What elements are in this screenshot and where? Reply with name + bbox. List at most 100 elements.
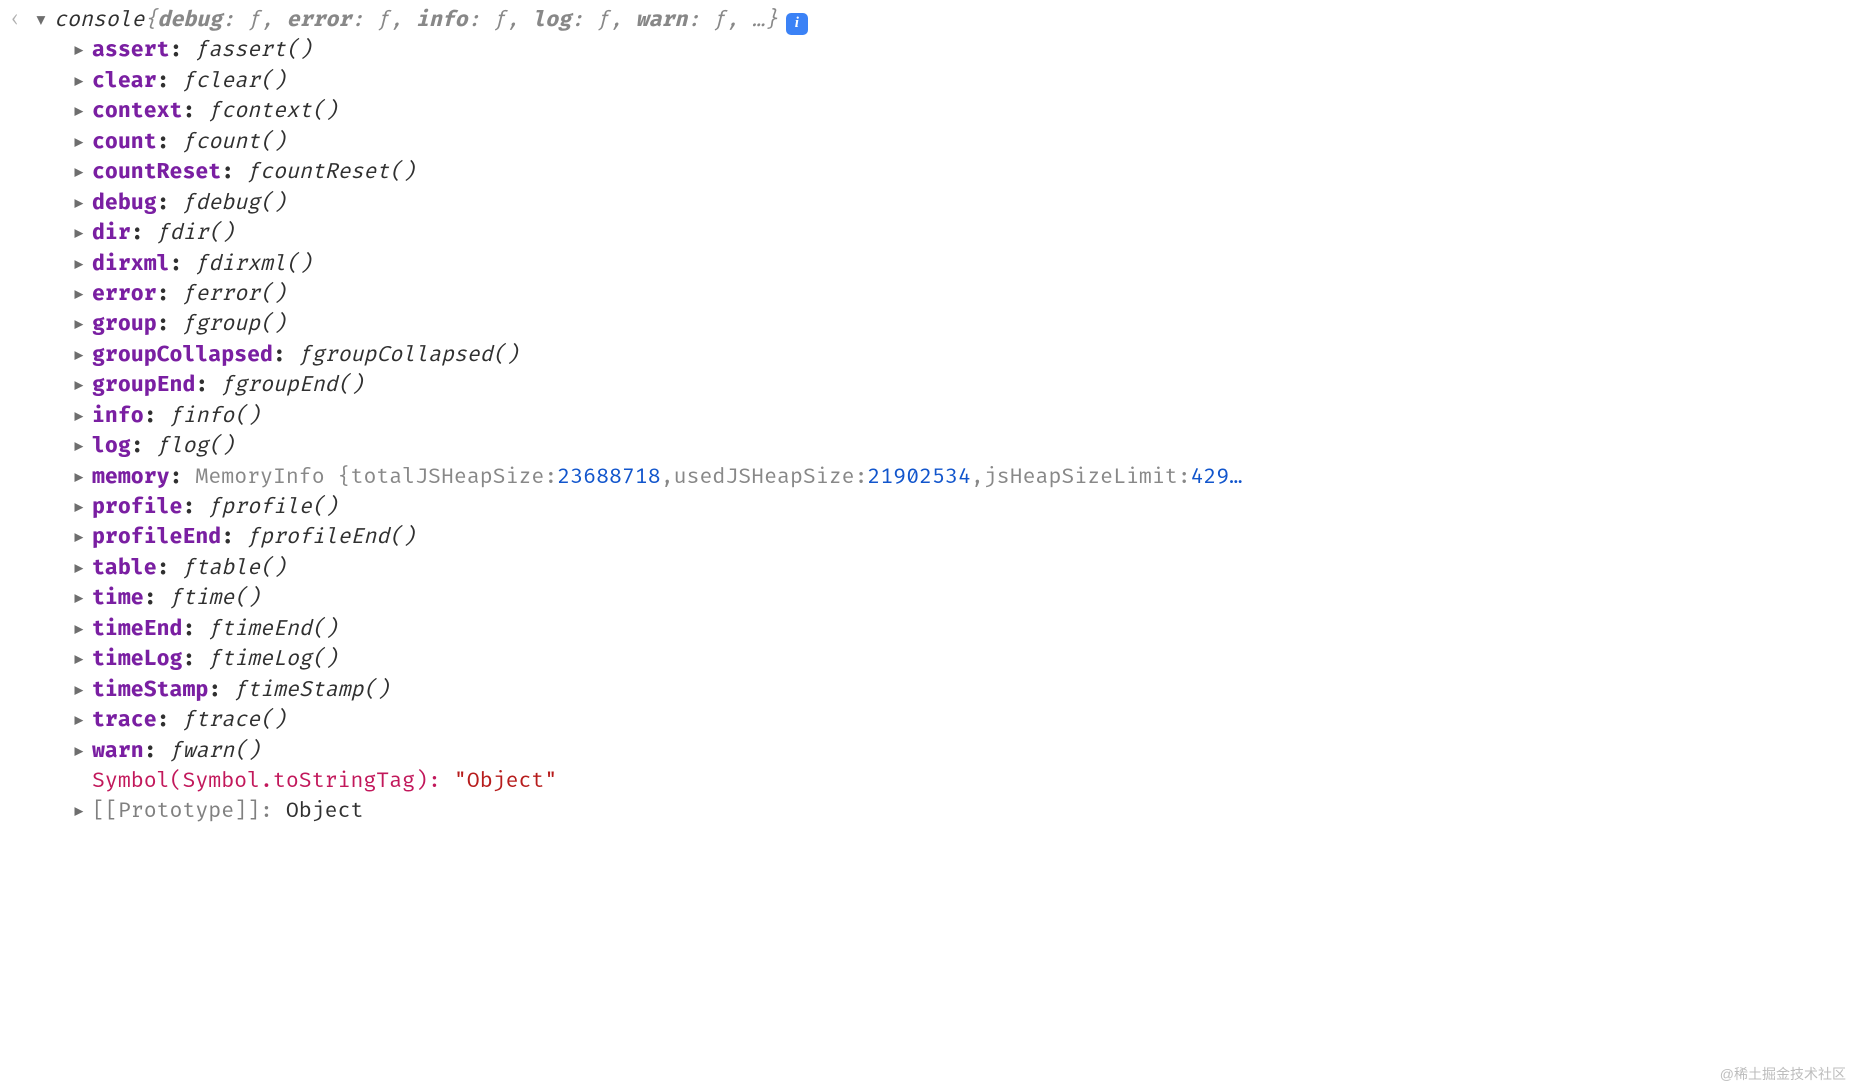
property-row-debug[interactable]: ▶debug: ƒ debug() (0, 189, 1856, 219)
function-glyph: ƒ (208, 645, 221, 675)
property-row-log[interactable]: ▶log: ƒ log() (0, 432, 1856, 462)
property-key: dir (92, 221, 131, 246)
expand-caret-right-icon[interactable]: ▶ (74, 161, 86, 184)
property-key: timeLog (92, 647, 182, 672)
property-key: count (92, 130, 157, 155)
function-signature: context() (221, 97, 337, 127)
expand-caret-right-icon[interactable]: ▶ (74, 39, 86, 62)
function-glyph: ƒ (183, 554, 196, 584)
property-row-prototype[interactable]: ▶ [[Prototype]]: Object (0, 797, 1856, 827)
property-row-context[interactable]: ▶context: ƒ context() (0, 97, 1856, 127)
expand-caret-right-icon[interactable]: ▶ (74, 648, 86, 671)
property-key: group (92, 312, 157, 337)
function-signature: debug() (195, 189, 285, 219)
property-row-timeStamp[interactable]: ▶timeStamp: ƒ timeStamp() (0, 676, 1856, 706)
function-glyph: ƒ (208, 615, 221, 645)
function-glyph: ƒ (195, 250, 208, 280)
property-row-groupCollapsed[interactable]: ▶groupCollapsed: ƒ groupCollapsed() (0, 341, 1856, 371)
property-row-table[interactable]: ▶table: ƒ table() (0, 554, 1856, 584)
prototype-value: Object (286, 797, 364, 827)
function-glyph: ƒ (208, 493, 221, 523)
property-key: groupEnd (92, 373, 195, 398)
property-row-warn[interactable]: ▶warn: ƒ warn() (0, 737, 1856, 767)
expand-caret-right-icon[interactable]: ▶ (74, 344, 86, 367)
function-glyph: ƒ (234, 676, 247, 706)
expand-caret-right-icon[interactable]: ▶ (74, 192, 86, 215)
function-glyph: ƒ (247, 158, 260, 188)
property-row-dir[interactable]: ▶dir: ƒ dir() (0, 219, 1856, 249)
function-signature: error() (195, 280, 285, 310)
info-badge-icon[interactable]: i (786, 13, 808, 35)
property-row-groupEnd[interactable]: ▶groupEnd: ƒ groupEnd() (0, 371, 1856, 401)
expand-caret-right-icon[interactable]: ▶ (74, 740, 86, 763)
function-glyph: ƒ (247, 523, 260, 553)
console-output-header[interactable]: ‹ ▼ console {debug: ƒ, error: ƒ, info: ƒ… (0, 4, 1856, 36)
expand-caret-right-icon[interactable]: ▶ (74, 222, 86, 245)
expand-caret-right-icon[interactable]: ▶ (74, 100, 86, 123)
function-glyph: ƒ (221, 371, 234, 401)
property-row-error[interactable]: ▶error: ƒ error() (0, 280, 1856, 310)
property-key: countReset (92, 160, 221, 185)
expand-caret-right-icon[interactable]: ▶ (74, 283, 86, 306)
function-glyph: ƒ (183, 280, 196, 310)
expand-caret-right-icon[interactable]: ▶ (74, 466, 86, 489)
property-row-profileEnd[interactable]: ▶profileEnd: ƒ profileEnd() (0, 523, 1856, 553)
expand-caret-right-icon[interactable]: ▶ (74, 435, 86, 458)
function-signature: groupEnd() (234, 371, 363, 401)
expand-caret-right-icon[interactable]: ▶ (74, 679, 86, 702)
property-row-group[interactable]: ▶group: ƒ group() (0, 310, 1856, 340)
class-name: MemoryInfo (195, 463, 324, 493)
function-signature: group() (195, 310, 285, 340)
property-key: table (92, 556, 157, 581)
property-row-countReset[interactable]: ▶countReset: ƒ countReset() (0, 158, 1856, 188)
property-row-timeEnd[interactable]: ▶timeEnd: ƒ timeEnd() (0, 615, 1856, 645)
function-glyph: ƒ (183, 128, 196, 158)
property-key: info (92, 404, 144, 429)
expand-caret-right-icon[interactable]: ▶ (74, 587, 86, 610)
expand-caret-right-icon[interactable]: ▶ (74, 131, 86, 154)
property-row-time[interactable]: ▶time: ƒ time() (0, 584, 1856, 614)
expand-caret-down-icon[interactable]: ▼ (36, 9, 48, 32)
function-signature: groupCollapsed() (312, 341, 519, 371)
expand-caret-right-icon[interactable]: ▶ (74, 374, 86, 397)
function-glyph: ƒ (170, 737, 183, 767)
expand-caret-right-icon[interactable]: ▶ (74, 70, 86, 93)
expand-caret-right-icon[interactable]: ▶ (74, 800, 86, 823)
property-row-info[interactable]: ▶info: ƒ info() (0, 402, 1856, 432)
property-key: context (92, 99, 182, 124)
function-signature: clear() (195, 67, 285, 97)
expand-caret-right-icon[interactable]: ▶ (74, 618, 86, 641)
property-key: timeEnd (92, 617, 182, 642)
property-key: debug (92, 191, 157, 216)
prototype-key: [[Prototype]] (92, 797, 260, 827)
function-signature: timeEnd() (221, 615, 337, 645)
property-row-trace[interactable]: ▶trace: ƒ trace() (0, 706, 1856, 736)
property-row-dirxml[interactable]: ▶dirxml: ƒ dirxml() (0, 250, 1856, 280)
property-key: profile (92, 495, 182, 520)
function-signature: count() (195, 128, 285, 158)
property-row-memory[interactable]: ▶ memory: MemoryInfo { totalJSHeapSize: … (0, 463, 1856, 493)
watermark-text: @稀土掘金技术社区 (1720, 1064, 1846, 1084)
function-signature: dirxml() (208, 250, 311, 280)
property-row-profile[interactable]: ▶profile: ƒ profile() (0, 493, 1856, 523)
expand-caret-right-icon[interactable]: ▶ (74, 313, 86, 336)
expand-caret-right-icon[interactable]: ▶ (74, 526, 86, 549)
expand-caret-right-icon[interactable]: ▶ (74, 557, 86, 580)
expand-caret-right-icon[interactable]: ▶ (74, 405, 86, 428)
property-row-clear[interactable]: ▶clear: ƒ clear() (0, 67, 1856, 97)
property-row-assert[interactable]: ▶assert: ƒ assert() (0, 36, 1856, 66)
function-signature: warn() (183, 737, 261, 767)
expand-caret-right-icon[interactable]: ▶ (74, 496, 86, 519)
function-signature: profile() (221, 493, 337, 523)
property-key: warn (92, 739, 144, 764)
function-signature: timeLog() (221, 645, 337, 675)
expand-caret-right-icon[interactable]: ▶ (74, 709, 86, 732)
function-glyph: ƒ (170, 402, 183, 432)
property-row-symbol[interactable]: Symbol(Symbol.toStringTag): "Object" (0, 767, 1856, 797)
expand-caret-right-icon[interactable]: ▶ (74, 253, 86, 276)
function-signature: log() (170, 432, 235, 462)
function-glyph: ƒ (157, 219, 170, 249)
property-row-count[interactable]: ▶count: ƒ count() (0, 128, 1856, 158)
property-key: trace (92, 708, 157, 733)
property-row-timeLog[interactable]: ▶timeLog: ƒ timeLog() (0, 645, 1856, 675)
